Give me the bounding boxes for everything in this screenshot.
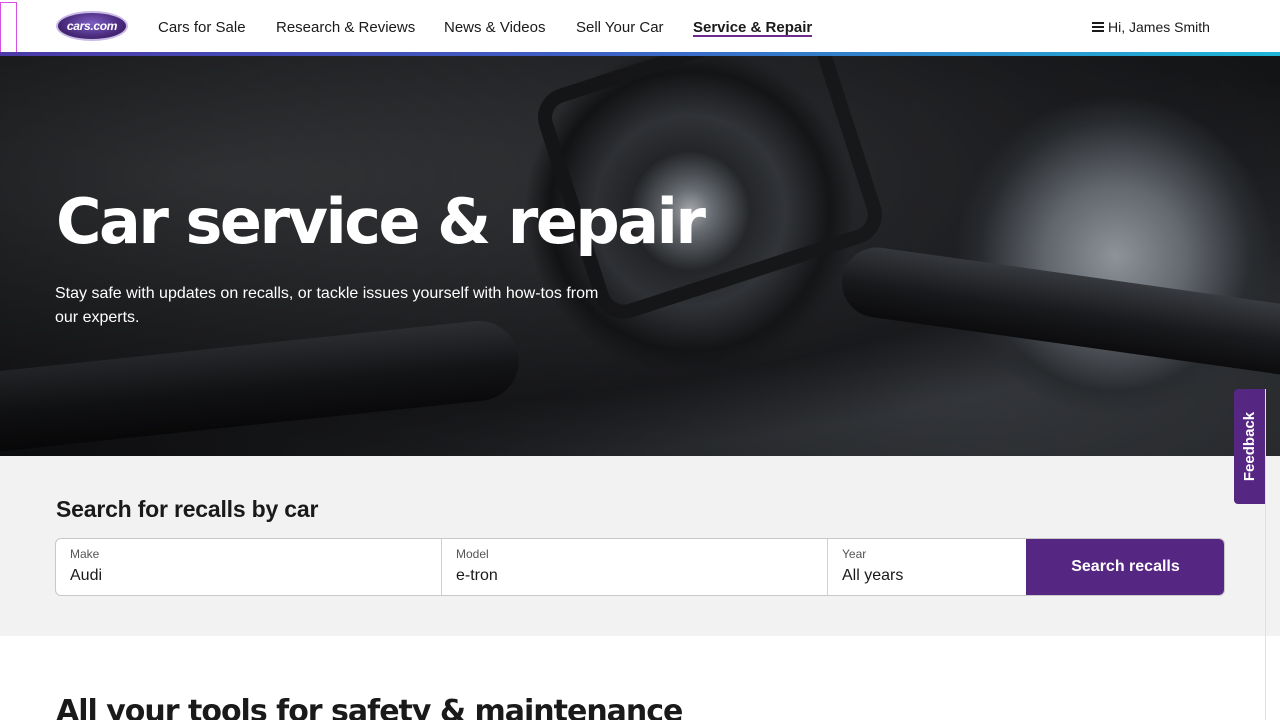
- feedback-button[interactable]: Feedback: [1234, 389, 1265, 504]
- cars-com-logo[interactable]: cars.com: [56, 11, 128, 41]
- nav-sell-your-car[interactable]: Sell Your Car: [572, 14, 668, 40]
- tools-section-heading: All your tools for safety & maintenance: [56, 694, 683, 720]
- page-divider: [1265, 389, 1266, 720]
- recall-search-section: Search for recalls by car Make Audi Mode…: [0, 456, 1280, 636]
- year-value: All years: [842, 567, 904, 584]
- user-greeting: Hi, James Smith: [1108, 19, 1210, 35]
- feedback-label: Feedback: [1241, 411, 1259, 482]
- model-value: e-tron: [456, 567, 498, 584]
- search-recalls-button[interactable]: Search recalls: [1026, 539, 1224, 595]
- user-menu-button[interactable]: Hi, James Smith: [1088, 16, 1214, 38]
- recall-search-form: Make Audi Model e-tron Year All years Se…: [55, 538, 1225, 596]
- model-select[interactable]: Model e-tron: [442, 539, 828, 595]
- nav-cars-for-sale[interactable]: Cars for Sale: [154, 14, 250, 40]
- model-label: Model: [456, 547, 489, 561]
- nav-service-repair[interactable]: Service & Repair: [689, 14, 816, 40]
- page-title: Car service & repair: [56, 185, 706, 258]
- make-select[interactable]: Make Audi: [56, 539, 442, 595]
- hero-subtitle: Stay safe with updates on recalls, or ta…: [55, 285, 599, 326]
- year-label: Year: [842, 547, 867, 561]
- site-header: cars.com Cars for Sale Research & Review…: [0, 0, 1280, 53]
- nav-research-reviews[interactable]: Research & Reviews: [272, 14, 419, 40]
- nav-news-videos[interactable]: News & Videos: [440, 14, 549, 40]
- recall-search-heading: Search for recalls by car: [56, 496, 319, 522]
- make-label: Make: [70, 547, 100, 561]
- year-select[interactable]: Year All years: [828, 539, 1026, 595]
- hamburger-menu-icon: [1092, 22, 1104, 32]
- make-value: Audi: [70, 567, 103, 584]
- logo-text: cars.com: [66, 19, 118, 33]
- skip-link[interactable]: [0, 2, 17, 53]
